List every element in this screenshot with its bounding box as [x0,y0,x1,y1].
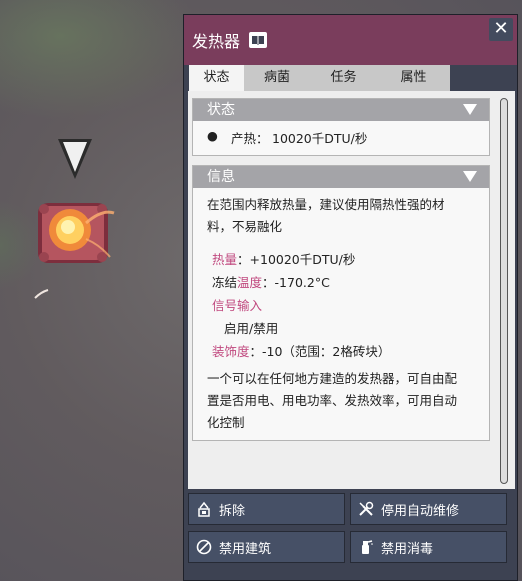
deconstruct-button[interactable]: 拆除 [188,493,345,525]
tab-bar: 状态 病菌 任务 属性 [189,65,450,91]
freeze-prefix: 冻结 [212,275,238,290]
status-section-title: 状态 [207,102,235,118]
info-section: 信息 在范围内释放热量，建议使用隔热性强的材 料，不易融化 热量：+10020千… [192,165,490,441]
disable-auto-repair-button[interactable]: 停用自动维修 [350,493,507,525]
selection-arrow-icon [58,139,92,179]
disable-disinfect-label: 禁用消毒 [381,541,434,557]
spray-bottle-icon [357,538,375,556]
status-heat-value: 10020千DTU/秒 [272,131,368,146]
tab-germs[interactable]: 病菌 [244,65,310,91]
description-line: 料，不易融化 [207,219,283,234]
disable-building-button[interactable]: 禁用建筑 [188,531,345,563]
decor-value: ：-10（范围：2格砖块） [249,344,391,359]
heat-stat: 热量：+10020千DTU/秒 [212,249,355,268]
building-info-panel: 发热器 ✕ 状态 病菌 任务 属性 状态 ● 产热 ： 10020千DTU/秒 [183,14,518,581]
status-heat-colon: ： [256,131,269,146]
freeze-temp-stat: 冻结温度：-170.2°C [212,272,330,291]
info-section-header[interactable]: 信息 [193,166,489,188]
disable-icon [195,538,213,556]
tab-status[interactable]: 状态 [189,65,244,91]
disable-disinfect-button[interactable]: 禁用消毒 [350,531,507,563]
tab-errands[interactable]: 任务 [310,65,377,91]
status-heat-label: 产热 [231,131,257,146]
heat-particle [34,289,49,299]
heat-value: ：+10020千DTU/秒 [237,252,356,267]
summary-line: 置是否用电、用电功率、发热效率，可用自动 [207,393,458,408]
freeze-label: 温度 [237,275,263,290]
panel-title-bar: 发热器 ✕ [184,15,517,65]
deconstruct-icon [195,500,213,518]
summary-line: 一个可以在任何地方建造的发热器，可自由配 [207,371,458,386]
info-summary: 一个可以在任何地方建造的发热器，可自由配 置是否用电、用电功率、发热效率，可用自… [207,368,489,434]
signal-input-value: 启用/禁用 [224,321,279,336]
tab-properties[interactable]: 属性 [377,65,450,91]
disable-auto-repair-label: 停用自动维修 [381,503,460,519]
codex-book-icon[interactable] [249,32,268,48]
disable-building-label: 禁用建筑 [219,541,272,557]
close-button[interactable]: ✕ [489,18,513,41]
freeze-value: ：-170.2°C [262,275,330,290]
bullet-icon: ● [207,128,218,143]
panel-title: 发热器 [192,32,241,51]
collapse-triangle-icon[interactable] [463,171,477,182]
space-heater-building[interactable] [30,193,116,273]
heat-label: 热量 [212,252,238,267]
description-line: 在范围内释放热量，建议使用隔热性强的材 [207,197,445,212]
signal-input-label: 信号输入 [212,298,263,313]
deconstruct-label: 拆除 [219,503,246,519]
close-icon: ✕ [493,18,509,39]
status-section-header[interactable]: 状态 [193,99,489,121]
tab-content: 状态 ● 产热 ： 10020千DTU/秒 信息 在范围内释放热量，建议使用隔热… [188,91,515,489]
info-description: 在范围内释放热量，建议使用隔热性强的材 料，不易融化 [207,194,487,238]
summary-line: 化控制 [207,415,245,430]
info-section-title: 信息 [207,169,235,185]
decor-stat: 装饰度：-10（范围：2格砖块） [212,341,390,360]
terrain-patch [0,0,200,120]
status-section: 状态 ● 产热 ： 10020千DTU/秒 [192,98,490,156]
decor-label: 装饰度 [212,344,250,359]
collapse-triangle-icon[interactable] [463,104,477,115]
wrench-screwdriver-icon [357,500,375,518]
scrollbar[interactable] [500,98,508,484]
